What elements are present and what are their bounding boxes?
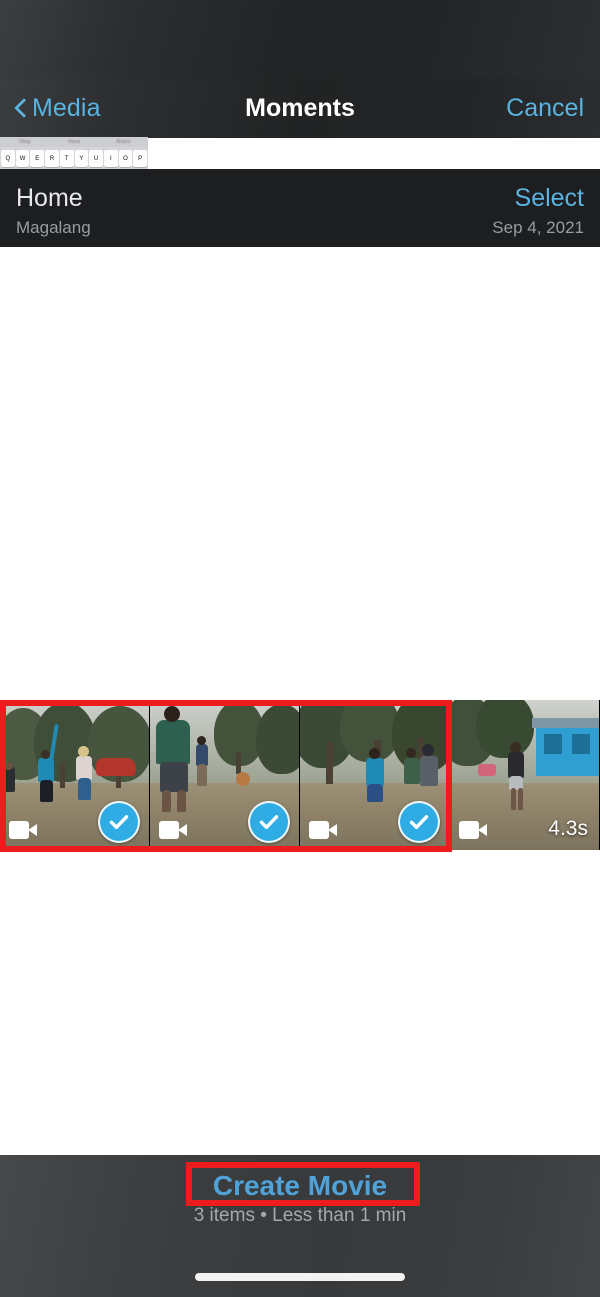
person-shape	[78, 778, 91, 800]
selection-summary: 3 items • Less than 1 min	[193, 1205, 407, 1226]
car-shape	[96, 758, 136, 776]
keyboard-suggestion[interactable]: Okay	[0, 139, 49, 145]
moment-title: Home	[16, 184, 83, 212]
key-i[interactable]: I	[103, 150, 118, 167]
key-u[interactable]: U	[89, 150, 103, 167]
person-head	[4, 762, 13, 770]
thumbnail-duration: 4.3s	[548, 817, 588, 840]
person-leg	[518, 788, 523, 810]
person-shape	[420, 756, 438, 786]
keyboard-suggestion[interactable]: Hana	[49, 139, 98, 145]
check-circle-icon[interactable]	[248, 801, 290, 843]
house-window	[572, 734, 590, 754]
key-t[interactable]: T	[59, 150, 74, 167]
house-window	[544, 734, 562, 754]
keyboard-remnant: Okay Hana Ahana Q W E R T Y U I O P	[0, 137, 148, 169]
key-y[interactable]: Y	[74, 150, 89, 167]
key-p[interactable]: P	[133, 150, 148, 167]
moment-header-right: Select Sep 4, 2021	[492, 182, 584, 240]
person-shape	[197, 764, 207, 786]
person-shape	[40, 780, 53, 802]
tree-trunk	[60, 762, 65, 788]
key-o[interactable]: O	[118, 150, 133, 167]
keyboard-suggestion-bar[interactable]: Okay Hana Ahana	[0, 137, 148, 147]
person-head	[164, 706, 180, 722]
navigation-bar: Media Moments Cancel	[0, 78, 600, 138]
keyboard-suggestion[interactable]: Ahana	[99, 139, 148, 145]
tree-shape	[256, 704, 299, 774]
person-leg	[511, 788, 516, 810]
person-shape	[76, 756, 92, 780]
person-shape	[508, 752, 524, 778]
media-thumbnail-strip[interactable]: 4.3s	[0, 700, 600, 850]
key-e[interactable]: E	[30, 150, 45, 167]
key-q[interactable]: Q	[1, 150, 15, 167]
person-shape	[367, 784, 383, 802]
moment-header-left: Home Magalang	[16, 182, 91, 240]
thumbnail-item[interactable]: 4.3s	[450, 700, 600, 850]
thumbnail-item[interactable]	[0, 700, 150, 850]
status-bar	[0, 0, 600, 78]
person-leg	[177, 790, 186, 812]
house-roof	[532, 718, 599, 728]
moment-date: Sep 4, 2021	[492, 218, 584, 237]
select-button[interactable]: Select	[492, 182, 584, 214]
check-circle-icon[interactable]	[98, 801, 140, 843]
moment-header: Home Magalang Select Sep 4, 2021	[0, 169, 600, 247]
person-shape	[160, 762, 188, 792]
person-leg	[162, 790, 171, 812]
person-shape	[404, 758, 420, 784]
ball-shape	[236, 772, 250, 786]
moment-location: Magalang	[16, 218, 91, 237]
person-head	[406, 748, 416, 758]
person-head	[422, 744, 434, 756]
ios-photos-moments-screen: Media Moments Cancel Okay Hana Ahana Q W…	[0, 0, 600, 1297]
person-head	[510, 742, 521, 753]
thumbnail-item[interactable]	[300, 700, 450, 850]
key-r[interactable]: R	[45, 150, 59, 167]
tree-trunk	[326, 742, 333, 784]
object-shape	[478, 764, 496, 776]
person-head	[78, 746, 89, 757]
cancel-button[interactable]: Cancel	[506, 78, 584, 138]
tree-trunk	[236, 752, 241, 774]
person-shape	[38, 758, 54, 782]
check-circle-icon[interactable]	[398, 801, 440, 843]
person-shape	[196, 744, 208, 766]
tree-shape	[476, 700, 534, 758]
thumbnail-item[interactable]	[150, 700, 300, 850]
person-shape	[366, 758, 384, 786]
person-shape	[156, 720, 190, 764]
person-head	[197, 736, 206, 745]
content-area: 4.3s	[0, 247, 600, 1155]
create-movie-button[interactable]: Create Movie	[0, 1170, 600, 1202]
keyboard-top-row[interactable]: Q W E R T Y U I O P	[0, 148, 148, 169]
key-w[interactable]: W	[15, 150, 30, 167]
home-indicator[interactable]	[195, 1273, 405, 1281]
person-head	[369, 748, 380, 759]
